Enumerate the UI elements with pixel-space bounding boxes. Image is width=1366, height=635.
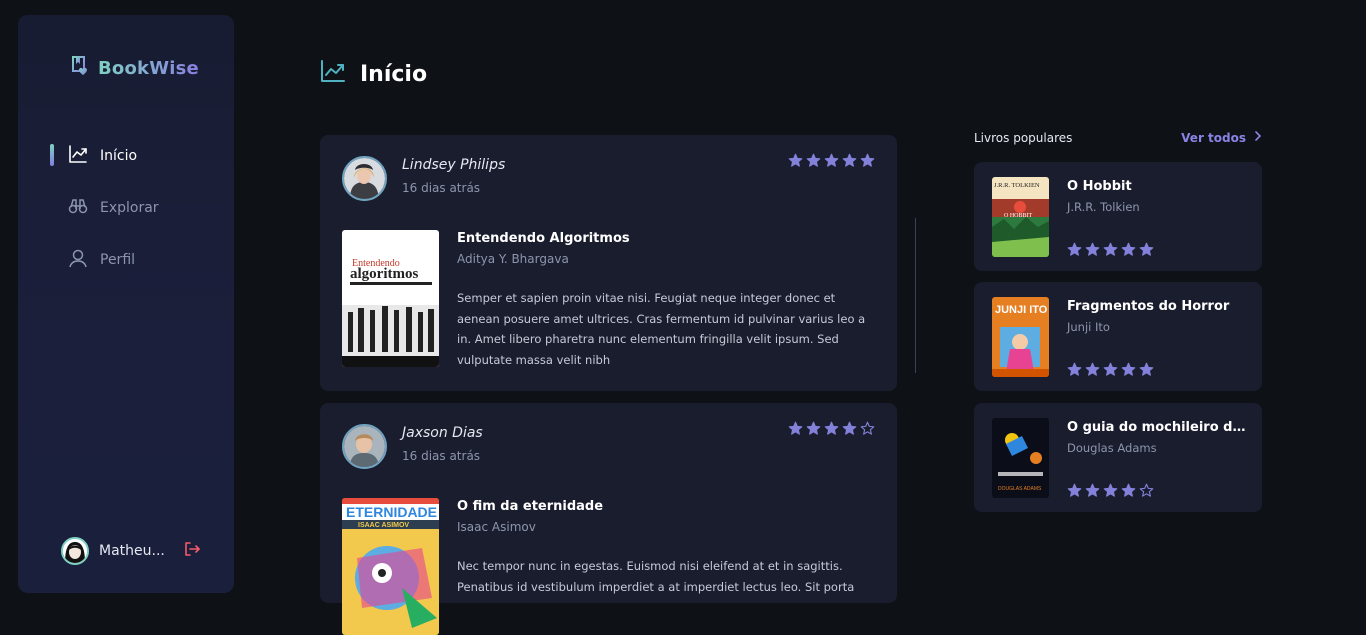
star-filled-icon [1103,483,1118,497]
book-cover[interactable]: Entendendo algoritmos [342,230,439,367]
star-filled-icon [806,153,821,167]
nav-label: Explorar [100,200,159,216]
star-empty-icon [1139,483,1154,497]
book-author: Aditya Y. Bhargava [457,252,569,266]
cover-title-text: ETERNIDADE [346,504,437,520]
sidebar: BookWise Início Explorar Perfil Matheu..… [18,15,234,593]
main-nav: Início Explorar Perfil [50,143,159,299]
popular-book-card[interactable]: J.R.R. TOLKIEN O HOBBIT O Hobbit J.R.R. … [974,162,1262,271]
see-all-label: Ver todos [1181,130,1246,145]
review-card[interactable]: Lindsey Philips 16 dias atrás Entendendo… [320,135,897,391]
star-filled-icon [788,153,803,167]
popular-header: Livros populares Ver todos [974,130,1262,145]
cover-author-text: JUNJI ITO [995,304,1048,316]
star-filled-icon [1103,242,1118,256]
book-title[interactable]: Fragmentos do Horror [1067,299,1247,314]
star-filled-icon [842,421,857,435]
user-icon [68,248,88,272]
logout-icon[interactable] [183,541,201,561]
book-cover[interactable]: ETERNIDADE ISAAC ASIMOV [342,498,439,635]
rating-stars [1067,242,1154,257]
star-filled-icon [1085,242,1100,256]
star-filled-icon [1121,483,1136,497]
rating-stars [1067,483,1154,498]
user-profile[interactable]: Matheu... [61,537,201,565]
book-author: Douglas Adams [1067,441,1157,455]
cover-author-text: ISAAC ASIMOV [358,522,409,529]
review-time: 16 dias atrás [402,449,481,463]
star-filled-icon [1121,362,1136,376]
logo-text: BookWise [98,57,199,79]
star-filled-icon [1139,362,1154,376]
popular-book-card[interactable]: JUNJI ITO Fragmentos do Horror Junji Ito [974,282,1262,391]
nav-label: Início [100,148,138,164]
book-cover[interactable]: JUNJI ITO [992,297,1049,377]
star-filled-icon [824,153,839,167]
book-title[interactable]: O guia do mochileiro das ... [1067,420,1247,435]
avatar[interactable] [342,424,387,469]
nav-item-explorar[interactable]: Explorar [68,195,159,221]
book-author: Junji Ito [1067,320,1110,334]
nav-item-inicio[interactable]: Início [50,143,159,169]
book-title[interactable]: O Hobbit [1067,179,1247,194]
rating-stars [788,153,875,168]
star-filled-icon [842,153,857,167]
chart-line-icon [68,144,88,168]
logo[interactable]: BookWise [70,55,199,81]
star-filled-icon [1085,362,1100,376]
review-card[interactable]: Jaxson Dias 16 dias atrás ETERNIDADE ISA… [320,403,897,635]
book-title[interactable]: Entendendo Algoritmos [457,231,630,246]
user-name: Matheu... [99,543,165,559]
binoculars-icon [68,196,88,220]
cover-title-text: O HOBBIT [1004,213,1033,219]
star-filled-icon [1085,483,1100,497]
cover-subtitle-text: algoritmos [350,266,418,282]
book-cover[interactable]: DOUGLAS ADAMS [992,418,1049,498]
book-cover[interactable]: J.R.R. TOLKIEN O HOBBIT [992,177,1049,257]
star-filled-icon [1067,362,1082,376]
page-title: Início [320,58,427,90]
nav-item-perfil[interactable]: Perfil [68,247,159,273]
star-empty-icon [860,421,875,435]
book-author: J.R.R. Tolkien [1067,200,1140,214]
see-all-link[interactable]: Ver todos [1181,130,1262,145]
bookmark-book-icon [70,55,90,81]
star-filled-icon [1121,242,1136,256]
review-text: Semper et sapien proin vitae nisi. Feugi… [457,291,866,367]
chevron-right-icon [1254,130,1262,145]
rating-stars [1067,362,1154,377]
nav-label: Perfil [100,252,136,268]
reviewer-name[interactable]: Lindsey Philips [402,157,505,173]
chart-line-icon [320,58,346,90]
book-author: Isaac Asimov [457,520,536,534]
popular-book-card[interactable]: DOUGLAS ADAMS O guia do mochileiro das .… [974,403,1262,512]
cover-author-text: DOUGLAS ADAMS [998,486,1042,492]
star-filled-icon [860,153,875,167]
star-filled-icon [1103,362,1118,376]
reviewer-name[interactable]: Jaxson Dias [402,425,483,441]
page-title-text: Início [360,61,428,87]
star-filled-icon [824,421,839,435]
star-filled-icon [1067,483,1082,497]
scroll-divider [915,218,916,373]
star-filled-icon [1139,242,1154,256]
star-filled-icon [788,421,803,435]
review-time: 16 dias atrás [402,181,481,195]
popular-label: Livros populares [974,130,1073,145]
avatar [61,537,89,565]
rating-stars [788,421,875,436]
avatar[interactable] [342,156,387,201]
star-filled-icon [806,421,821,435]
star-filled-icon [1067,242,1082,256]
book-title[interactable]: O fim da eternidade [457,499,603,514]
review-text: Nec tempor nunc in egestas. Euismod nisi… [457,559,855,594]
active-indicator [50,144,54,166]
cover-author-text: J.R.R. TOLKIEN [994,182,1040,189]
